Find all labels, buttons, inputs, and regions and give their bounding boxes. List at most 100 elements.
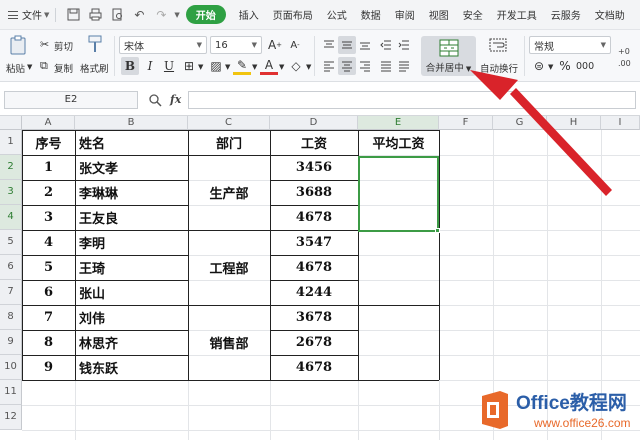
tab-start[interactable]: 开始 [185,5,226,24]
row-header-12[interactable]: 12 [0,405,22,430]
redo-icon[interactable]: ↷ [153,7,169,23]
chevron-down-icon[interactable]: ▼ [252,63,257,71]
table-cell[interactable]: 王友良 [75,205,188,230]
cut-button[interactable]: 剪切 [54,39,73,53]
currency-icon[interactable]: ⊜ [530,57,548,75]
header-cell-name[interactable]: 姓名 [75,130,188,155]
table-cell[interactable]: 4678 [270,205,358,230]
table-cell[interactable]: 林思齐 [75,330,188,355]
tab-developer[interactable]: 开发工具 [490,7,544,22]
file-menu[interactable]: 文件 ▼ [0,7,49,22]
indent-increase-icon[interactable] [396,36,412,54]
column-header-a[interactable]: A [22,116,75,130]
wrap-text-button[interactable]: 自动换行 [480,61,518,75]
indent-decrease-icon[interactable] [378,36,394,54]
font-name-select[interactable]: 宋体 ▼ [119,36,207,54]
chevron-down-icon[interactable]: ▼ [306,63,311,71]
thousands-separator-button[interactable]: 000 [576,61,594,72]
table-cell[interactable]: 张文孝 [75,155,188,180]
tab-insert[interactable]: 插入 [232,7,266,22]
table-cell[interactable]: 9 [22,355,75,380]
fill-handle[interactable] [435,228,440,233]
table-cell[interactable]: 钱东跃 [75,355,188,380]
table-cell[interactable]: 2678 [270,330,358,355]
row-header-11[interactable]: 11 [0,380,22,405]
save-icon[interactable] [65,7,81,23]
table-cell[interactable]: 8 [22,330,75,355]
chevron-down-icon[interactable]: ▼ [548,63,553,71]
column-header-e[interactable]: E [358,116,439,130]
format-painter-icon[interactable] [86,34,104,54]
row-header-1[interactable]: 1 [0,130,22,155]
header-cell-seq[interactable]: 序号 [22,130,75,155]
print-icon[interactable] [87,7,103,23]
tab-review[interactable]: 审阅 [388,7,422,22]
clear-format-icon[interactable]: ◇ [287,57,305,75]
chevron-down-icon[interactable]: ▼ [279,63,284,71]
merged-dept-cell[interactable]: 销售部 [188,305,270,380]
row-header-7[interactable]: 7 [0,280,22,305]
justify-icon[interactable] [396,57,412,75]
merged-dept-cell[interactable]: 工程部 [188,230,270,305]
font-size-select[interactable]: 16 ▼ [210,36,262,54]
column-header-g[interactable]: G [493,116,547,130]
merged-dept-cell[interactable]: 生产部 [188,155,270,230]
quick-access-dropdown-icon[interactable]: ▼ [174,11,179,19]
table-cell[interactable]: 3 [22,205,75,230]
name-box[interactable]: E2 [4,91,138,109]
format-painter-button[interactable]: 格式刷 [80,61,109,75]
table-cell[interactable]: 4 [22,230,75,255]
table-cell[interactable]: 4678 [270,355,358,380]
italic-button[interactable]: I [141,57,159,75]
number-format-select[interactable]: 常规 ▼ [529,36,611,54]
tab-security[interactable]: 安全 [456,7,490,22]
row-header-5[interactable]: 5 [0,230,22,255]
row-header-4[interactable]: 4 [0,205,22,230]
merge-center-button[interactable]: 合并居中 ▼ [421,36,476,76]
table-cell[interactable]: 4244 [270,280,358,305]
align-right-icon[interactable] [356,57,374,75]
table-cell[interactable]: 3547 [270,230,358,255]
column-header-i[interactable]: I [601,116,640,130]
highlight-icon[interactable]: ✎ [233,57,251,75]
table-cell[interactable]: 刘伟 [75,305,188,330]
table-cell[interactable]: 王琦 [75,255,188,280]
column-header-f[interactable]: F [439,116,493,130]
table-cell[interactable]: 2 [22,180,75,205]
print-preview-icon[interactable] [109,7,125,23]
wrap-text-icon[interactable] [488,36,508,54]
avg-salary-cell[interactable] [358,305,439,380]
align-bottom-icon[interactable] [356,36,374,54]
table-cell[interactable]: 3456 [270,155,358,180]
copy-button[interactable]: 复制 [54,61,73,75]
doc-assistant-icon[interactable]: +0.00 [616,36,638,76]
header-cell-dept[interactable]: 部门 [188,130,270,155]
table-cell[interactable]: 3678 [270,305,358,330]
bold-button[interactable]: B [121,57,139,75]
align-top-icon[interactable] [320,36,338,54]
font-color-icon[interactable]: A [260,57,278,75]
header-cell-salary[interactable]: 工资 [270,130,358,155]
fx-icon[interactable]: fx [170,93,181,106]
align-left-icon[interactable] [320,57,338,75]
zoom-icon[interactable] [148,93,162,107]
tab-formulas[interactable]: 公式 [320,7,354,22]
percent-button[interactable]: % [556,57,574,75]
avg-salary-cell[interactable] [358,230,439,305]
header-cell-avg[interactable]: 平均工资 [358,130,439,155]
table-cell[interactable]: 7 [22,305,75,330]
fill-color-icon[interactable]: ▨ [207,57,225,75]
row-header-9[interactable]: 9 [0,330,22,355]
column-header-h[interactable]: H [547,116,601,130]
chevron-down-icon[interactable]: ▼ [27,63,32,71]
table-cell[interactable]: 张山 [75,280,188,305]
formula-input[interactable] [188,91,636,109]
table-cell[interactable]: 6 [22,280,75,305]
table-cell[interactable]: 4678 [270,255,358,280]
decrease-font-icon[interactable]: A- [286,36,304,54]
paste-icon[interactable] [8,34,28,56]
underline-button[interactable]: U [160,57,178,75]
selected-range-e2-e4[interactable] [358,156,439,232]
undo-icon[interactable]: ↶ [131,7,147,23]
column-header-d[interactable]: D [270,116,358,130]
